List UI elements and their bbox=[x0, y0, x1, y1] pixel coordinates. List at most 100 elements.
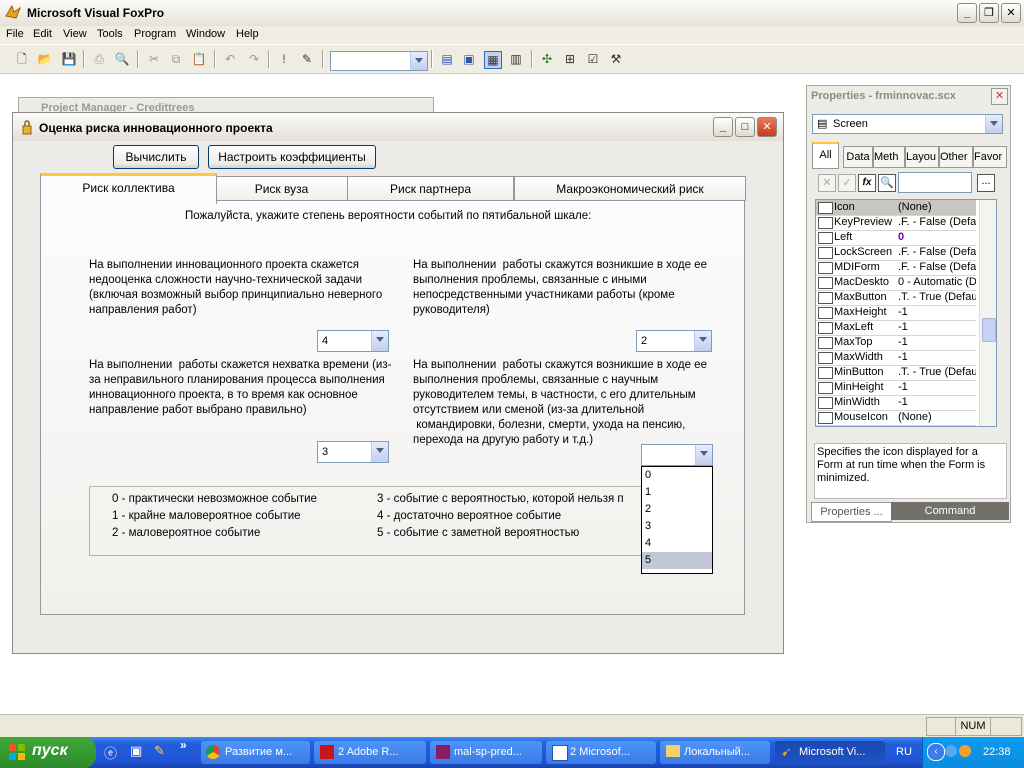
quick-launch-ie-icon[interactable]: ⓔ bbox=[104, 743, 117, 762]
chevron-down-icon[interactable] bbox=[410, 52, 427, 70]
calculate-button[interactable]: Вычислить bbox=[113, 145, 199, 169]
menu-program[interactable]: Program bbox=[134, 28, 176, 40]
open-folder-icon[interactable]: 📂 bbox=[37, 51, 53, 67]
tab-command[interactable]: Command bbox=[891, 502, 1009, 520]
dropdown-option-highlighted[interactable]: 5 bbox=[642, 552, 712, 569]
menu-help[interactable]: Help bbox=[236, 28, 259, 40]
tab-properties[interactable]: Properties ... bbox=[811, 502, 892, 522]
function-icon[interactable]: fx bbox=[858, 174, 876, 192]
quick-launch-app-icon[interactable]: ✎ bbox=[154, 743, 165, 759]
properties-window-icon[interactable]: ▦ bbox=[484, 51, 502, 69]
form-maximize-button[interactable]: □ bbox=[735, 117, 755, 137]
menu-edit[interactable]: Edit bbox=[33, 28, 52, 40]
command-window-icon[interactable]: ▣ bbox=[461, 51, 477, 67]
property-row[interactable]: MDIForm .F. - False (Defau bbox=[816, 260, 976, 276]
property-row[interactable]: Left 0 bbox=[816, 230, 976, 246]
chevron-down-icon[interactable] bbox=[371, 331, 388, 351]
property-row[interactable]: MinWidth -1 bbox=[816, 395, 976, 411]
database-icon[interactable]: ▤ bbox=[439, 51, 455, 67]
dropdown-option[interactable]: 0 bbox=[642, 467, 712, 484]
property-row[interactable]: Icon (None) bbox=[816, 200, 976, 216]
menu-tools[interactable]: Tools bbox=[97, 28, 123, 40]
form-minimize-button[interactable]: _ bbox=[713, 117, 733, 137]
quick-launch-more-icon[interactable]: » bbox=[180, 738, 187, 752]
dropdown-option[interactable]: 4 bbox=[642, 535, 712, 552]
property-row[interactable]: MaxHeight -1 bbox=[816, 305, 976, 321]
ellipsis-button[interactable]: ... bbox=[977, 174, 995, 192]
tab-all[interactable]: All bbox=[812, 142, 839, 169]
chevron-down-icon[interactable] bbox=[695, 445, 712, 465]
question-4-select[interactable] bbox=[641, 444, 713, 466]
start-button[interactable]: пуск bbox=[0, 737, 96, 768]
form-close-button[interactable]: ✕ bbox=[757, 117, 777, 137]
property-row[interactable]: MouseIcon (None) bbox=[816, 410, 976, 426]
close-button[interactable]: ✕ bbox=[1001, 3, 1021, 23]
cut-icon[interactable]: ✂ bbox=[146, 51, 162, 67]
tab-methods[interactable]: Meth bbox=[873, 146, 905, 168]
property-row[interactable]: MaxButton .T. - True (Defau bbox=[816, 290, 976, 306]
quick-launch-desktop-icon[interactable]: ▣ bbox=[130, 743, 142, 759]
tab-favorites[interactable]: Favor bbox=[973, 146, 1007, 168]
accept-icon[interactable]: ✓ bbox=[838, 174, 856, 192]
property-row[interactable]: MinButton .T. - True (Defau bbox=[816, 365, 976, 381]
object-select[interactable]: ▤ Screen bbox=[812, 114, 1003, 134]
property-grid[interactable]: Icon (None) KeyPreview .F. - False (Defau Le… bbox=[815, 199, 997, 427]
question-1-select[interactable]: 4 bbox=[317, 330, 389, 352]
restore-button[interactable]: ❐ bbox=[979, 3, 999, 23]
tray-back-icon[interactable]: ‹ bbox=[927, 743, 945, 761]
tab-university-risk[interactable]: Риск вуза bbox=[215, 176, 348, 201]
configure-coefficients-button[interactable]: Настроить коэффициенты bbox=[208, 145, 376, 169]
tab-team-risk[interactable]: Риск коллектива bbox=[40, 173, 217, 204]
coverage-profiler-icon[interactable]: ☑ bbox=[585, 51, 601, 67]
view-code-icon[interactable]: ▥ bbox=[508, 51, 524, 67]
menu-file[interactable]: File bbox=[6, 28, 24, 40]
toolbar-combo[interactable] bbox=[330, 51, 428, 71]
property-value-input[interactable] bbox=[898, 172, 972, 193]
property-row[interactable]: KeyPreview .F. - False (Defau bbox=[816, 215, 976, 231]
zoom-icon[interactable]: 🔍 bbox=[878, 174, 896, 192]
chevron-down-icon[interactable] bbox=[985, 115, 1002, 133]
print-preview-icon[interactable]: 🔍 bbox=[114, 51, 130, 67]
run-icon[interactable]: ! bbox=[276, 51, 292, 67]
cancel-icon[interactable]: ✕ bbox=[818, 174, 836, 192]
new-file-icon[interactable]: 🗋 bbox=[14, 51, 30, 67]
scrollbar-thumb[interactable] bbox=[982, 318, 996, 342]
tray-alert-icon[interactable] bbox=[959, 745, 971, 757]
tab-macroeconomic-risk[interactable]: Макроэкономический риск bbox=[514, 176, 746, 201]
property-row[interactable]: MaxTop -1 bbox=[816, 335, 976, 351]
modify-form-icon[interactable]: ✎ bbox=[299, 51, 315, 67]
save-icon[interactable]: 💾 bbox=[61, 51, 77, 67]
property-row[interactable]: MaxLeft -1 bbox=[816, 320, 976, 336]
class-browser-icon[interactable]: ✣ bbox=[539, 51, 555, 67]
property-row[interactable]: MinHeight -1 bbox=[816, 380, 976, 396]
tools-icon[interactable]: ⚒ bbox=[608, 51, 624, 67]
dropdown-option[interactable]: 1 bbox=[642, 484, 712, 501]
component-gallery-icon[interactable]: ⊞ bbox=[562, 51, 578, 67]
menu-view[interactable]: View bbox=[63, 28, 87, 40]
chevron-down-icon[interactable] bbox=[371, 442, 388, 462]
tab-layout[interactable]: Layou bbox=[905, 146, 939, 168]
redo-icon[interactable]: ↷ bbox=[246, 51, 262, 67]
undo-icon[interactable]: ↶ bbox=[222, 51, 238, 67]
dropdown-option[interactable]: 3 bbox=[642, 518, 712, 535]
property-row[interactable]: MacDeskto 0 - Automatic (De bbox=[816, 275, 976, 291]
tab-partner-risk[interactable]: Риск партнера bbox=[347, 176, 514, 201]
minimize-button[interactable]: _ bbox=[957, 3, 977, 23]
paste-icon[interactable]: 📋 bbox=[191, 51, 207, 67]
question-4-dropdown-list[interactable]: 0 1 2 3 4 5 bbox=[641, 466, 713, 574]
dropdown-option[interactable]: 2 bbox=[642, 501, 712, 518]
tab-other[interactable]: Other bbox=[939, 146, 973, 168]
tray-network-icon[interactable] bbox=[945, 745, 957, 757]
property-row[interactable]: LockScreen .F. - False (Defau bbox=[816, 245, 976, 261]
property-grid-scrollbar[interactable] bbox=[979, 200, 996, 426]
question-3-select[interactable]: 3 bbox=[317, 441, 389, 463]
copy-icon[interactable]: ⧉ bbox=[168, 51, 184, 67]
language-indicator[interactable]: RU bbox=[896, 746, 912, 758]
question-2-select[interactable]: 2 bbox=[636, 330, 712, 352]
menu-window[interactable]: Window bbox=[186, 28, 225, 40]
property-row[interactable]: MaxWidth -1 bbox=[816, 350, 976, 366]
tab-data[interactable]: Data bbox=[843, 146, 873, 168]
properties-close-icon[interactable]: ✕ bbox=[991, 88, 1008, 105]
chevron-down-icon[interactable] bbox=[694, 331, 711, 351]
print-icon[interactable]: ⎙ bbox=[91, 51, 107, 67]
